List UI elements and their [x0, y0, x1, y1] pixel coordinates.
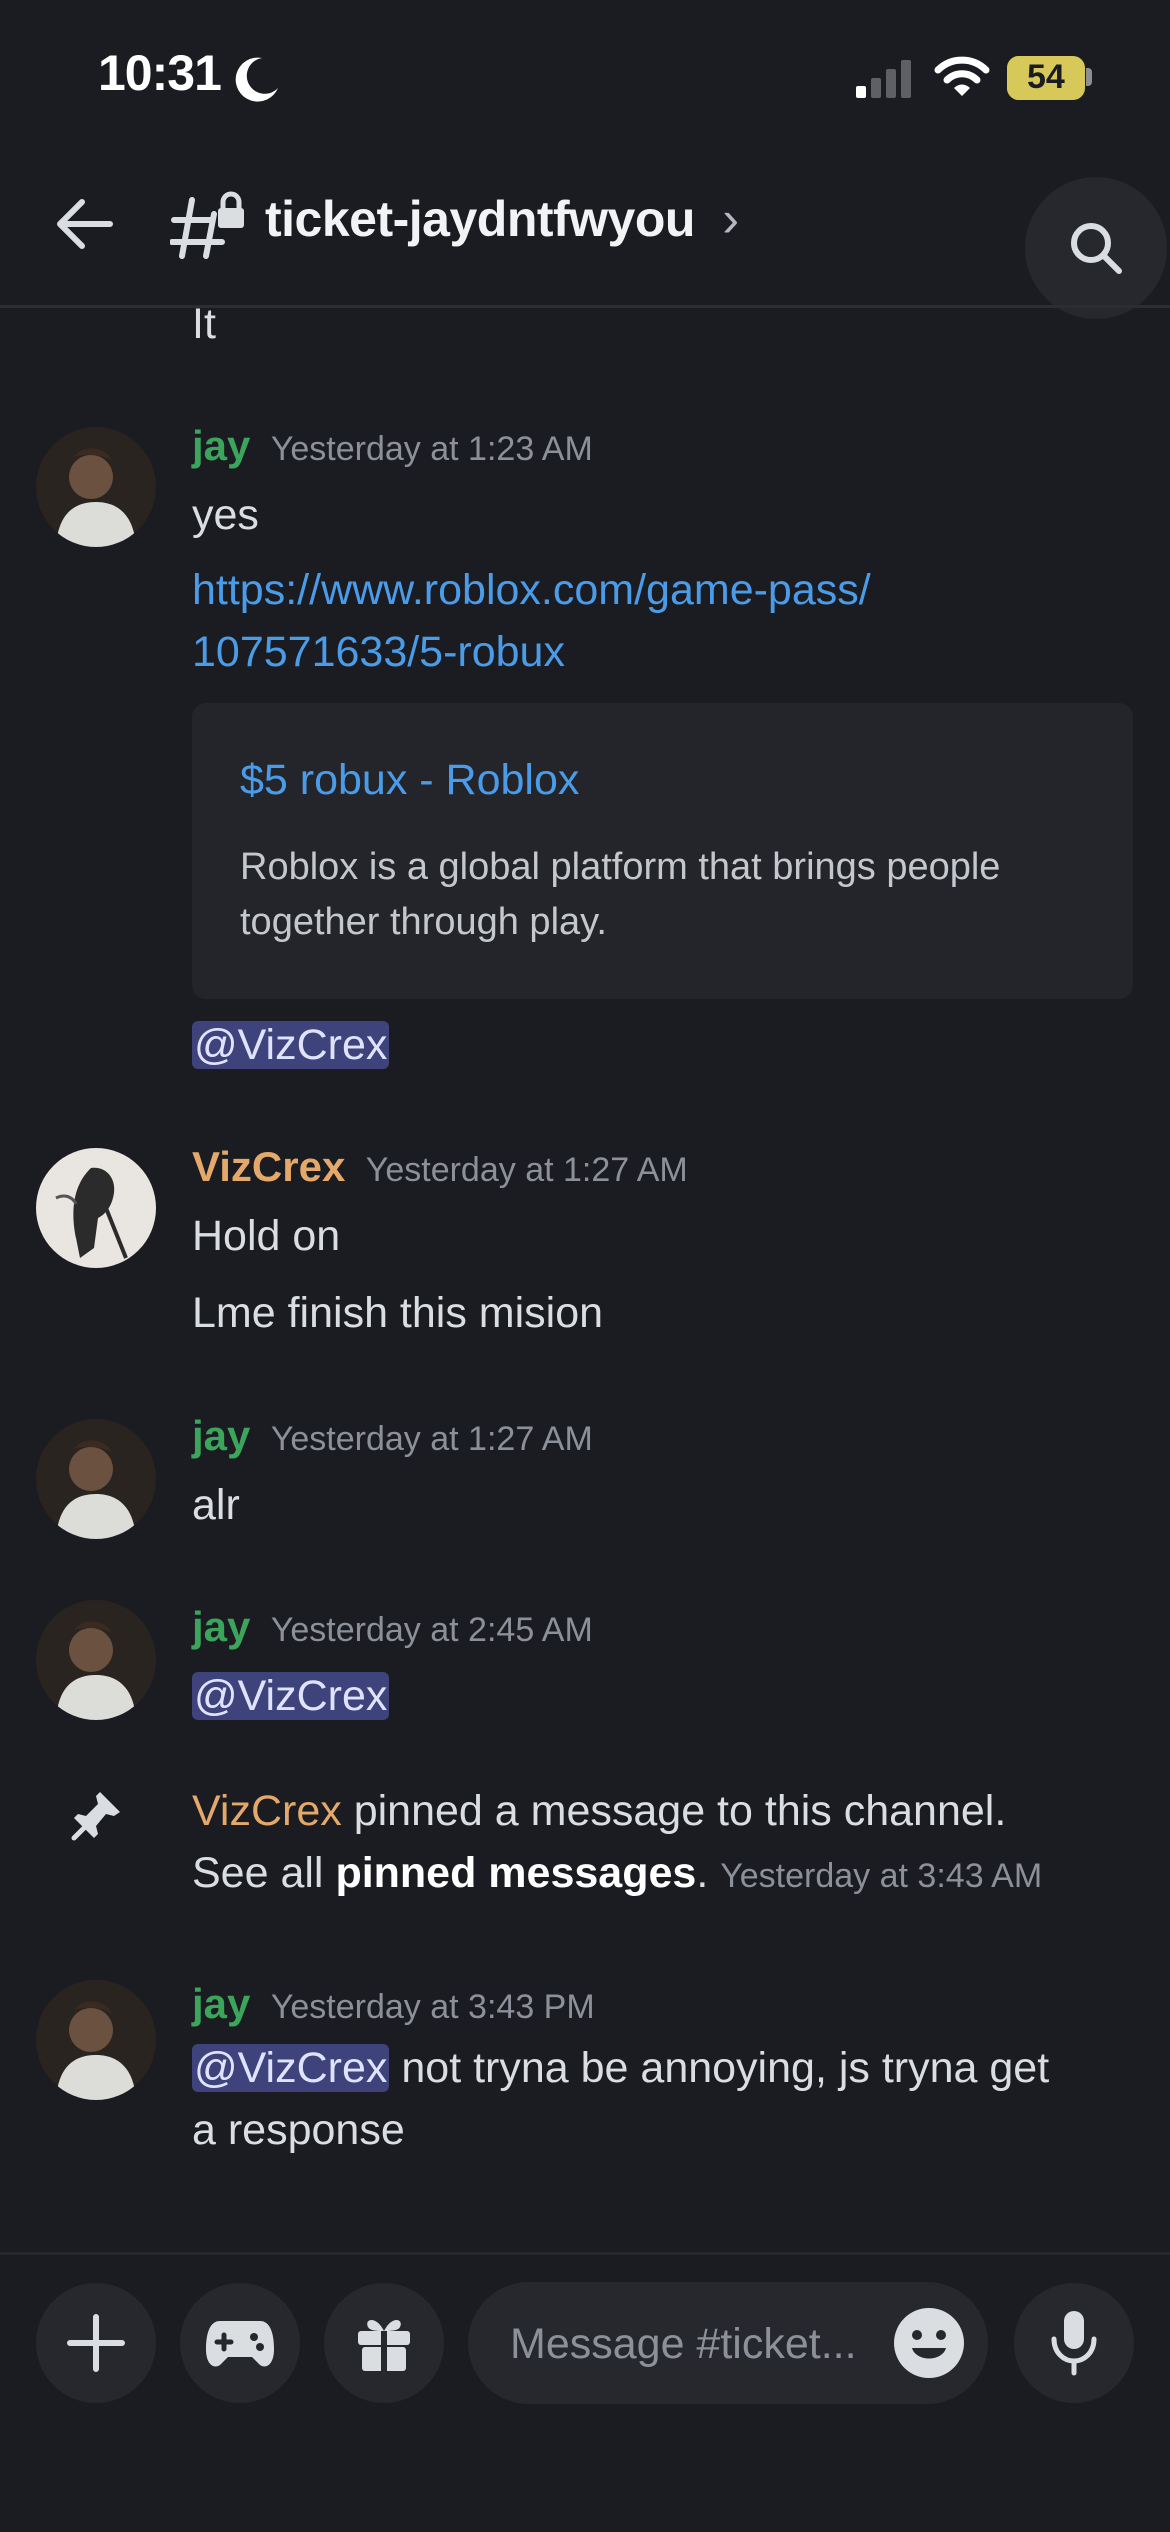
avatar-jay-image — [36, 1980, 156, 2100]
avatar-jay-image — [36, 427, 156, 547]
gamepad-icon — [206, 2321, 274, 2367]
embed-description: Roblox is a global platform that brings … — [240, 846, 1001, 943]
gift-icon — [358, 2320, 410, 2371]
message-author[interactable]: jay — [192, 1412, 250, 1459]
activities-button[interactable] — [180, 2283, 300, 2403]
system-message: VizCrex pinned a message to this channel… — [192, 1780, 1152, 1907]
message-fragment: It — [192, 300, 216, 348]
status-time: 10:31 — [98, 45, 222, 101]
microphone-icon — [1051, 2311, 1097, 2376]
message-timestamp: Yesterday at 1:27 AM — [270, 1420, 593, 1458]
avatar-vizcrex-image — [36, 1148, 156, 1268]
search-icon — [1071, 223, 1122, 274]
voice-message-button[interactable] — [1014, 2283, 1134, 2403]
system-actor[interactable]: VizCrex — [192, 1787, 342, 1835]
search-button[interactable] — [1025, 177, 1167, 319]
channel-name[interactable]: ticket-jaydntfwyou › — [265, 190, 739, 248]
message-link-line[interactable]: 107571633/5-robux — [192, 621, 871, 683]
channel-chevron-icon[interactable]: › — [722, 191, 739, 247]
message-link[interactable]: https://www.roblox.com/game-pass/ 107571… — [192, 559, 871, 683]
message-text: @VizCrex not tryna be annoying, js tryna… — [192, 2037, 1152, 2161]
composer-divider — [0, 2252, 1170, 2255]
system-text: . — [696, 1849, 709, 1897]
message-author[interactable]: jay — [192, 1980, 250, 2027]
battery-icon: 54 — [1007, 56, 1085, 100]
emoji-icon[interactable] — [892, 2306, 966, 2380]
header-divider — [0, 305, 1170, 308]
wifi-icon — [934, 56, 990, 96]
message-timestamp: Yesterday at 1:27 AM — [365, 1151, 688, 1189]
message-text-span: a response — [192, 2106, 405, 2154]
message-link-line[interactable]: https://www.roblox.com/game-pass/ — [192, 559, 871, 621]
plus-icon — [67, 2314, 125, 2372]
system-text: See all — [192, 1849, 324, 1897]
message-timestamp: Yesterday at 1:23 AM — [270, 430, 593, 468]
message-text: alr — [192, 1481, 240, 1529]
channel-name-text[interactable]: ticket-jaydntfwyou — [265, 191, 695, 247]
message-timestamp: Yesterday at 3:43 AM — [720, 1857, 1043, 1895]
message-author[interactable]: jay — [192, 422, 250, 469]
signal-icon — [856, 60, 911, 98]
message-author[interactable]: jay — [192, 1603, 250, 1650]
user-mention[interactable]: @VizCrex — [192, 1021, 390, 1069]
user-mention[interactable]: @VizCrex — [192, 1672, 390, 1720]
message-text: yes — [192, 491, 259, 539]
avatar-jay[interactable] — [36, 1600, 156, 1720]
message-text-span: not tryna be annoying, js tryna get — [401, 2044, 1050, 2092]
user-mention[interactable]: @VizCrex — [192, 2044, 390, 2092]
private-channel-icon — [170, 191, 244, 259]
battery-cap — [1086, 68, 1092, 86]
avatar-jay-image — [36, 1600, 156, 1720]
pinned-messages-link[interactable]: pinned messages — [335, 1849, 696, 1897]
avatar-jay[interactable] — [36, 1419, 156, 1539]
back-arrow-icon[interactable] — [52, 192, 116, 256]
message-author[interactable]: VizCrex — [192, 1143, 345, 1190]
message-input-placeholder[interactable]: Message #ticket... — [510, 2320, 882, 2369]
avatar-vizcrex[interactable] — [36, 1148, 156, 1268]
avatar-jay[interactable] — [36, 427, 156, 547]
avatar-jay-image — [36, 1419, 156, 1539]
gift-button[interactable] — [324, 2283, 444, 2403]
message-text: Hold on — [192, 1212, 341, 1260]
avatar-jay[interactable] — [36, 1980, 156, 2100]
message-timestamp: Yesterday at 2:45 AM — [270, 1611, 593, 1649]
message-text: Lme finish this mision — [192, 1289, 604, 1337]
system-text: pinned a message to this channel. — [353, 1787, 1007, 1835]
embed-title[interactable]: $5 robux - Roblox — [240, 756, 579, 805]
moon-icon — [235, 57, 278, 102]
battery-level: 54 — [1027, 58, 1065, 96]
message-timestamp: Yesterday at 3:43 PM — [270, 1988, 595, 2026]
pin-icon — [71, 1792, 120, 1841]
add-attachment-button[interactable] — [36, 2283, 156, 2403]
